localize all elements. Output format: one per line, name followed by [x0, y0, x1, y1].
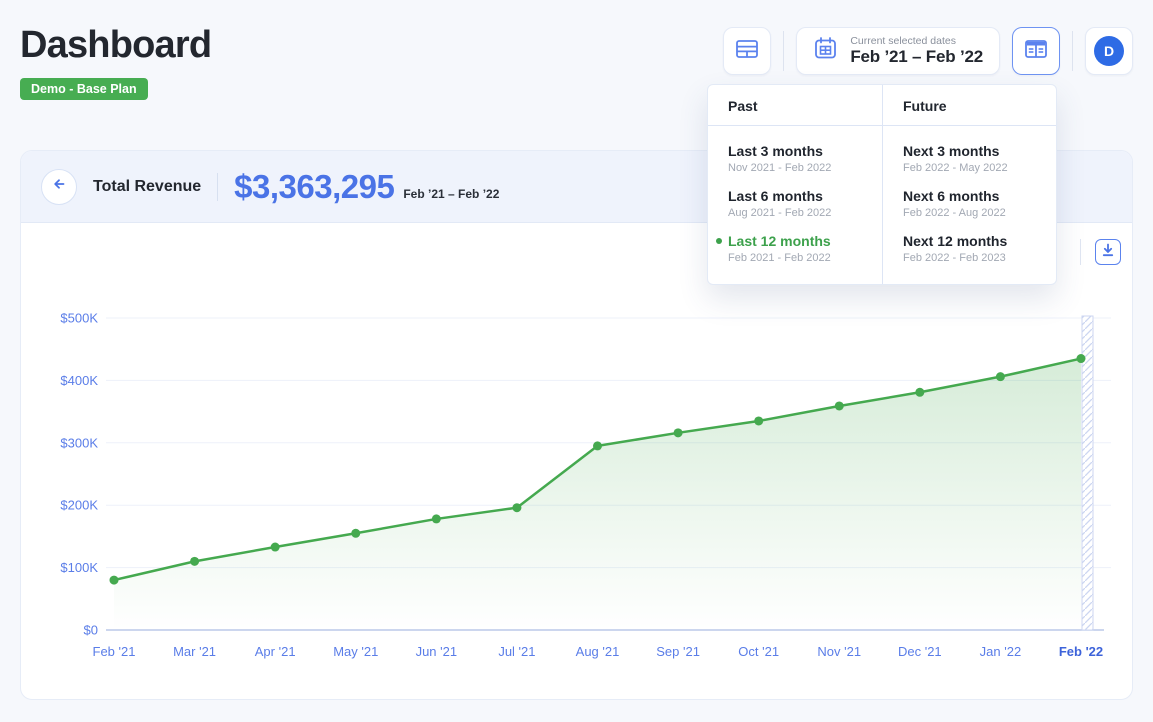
svg-text:Nov '21: Nov '21: [817, 644, 861, 659]
svg-text:Dec '21: Dec '21: [898, 644, 942, 659]
svg-text:Jun '21: Jun '21: [416, 644, 458, 659]
toolbar-divider: [1080, 239, 1081, 265]
metric-amount: $3,363,295: [234, 168, 394, 206]
title-block: Dashboard Demo - Base Plan: [20, 24, 211, 100]
option-last-12-months[interactable]: Last 12 months Feb 2021 - Feb 2022: [728, 233, 868, 264]
revenue-line-chart[interactable]: $0 $100K $200K $300K $400K $500K Feb '21 Mar '2…: [21, 273, 1132, 683]
svg-text:Mar '21: Mar '21: [173, 644, 216, 659]
svg-text:Apr '21: Apr '21: [255, 644, 296, 659]
svg-text:Feb '21: Feb '21: [93, 644, 136, 659]
user-menu-button[interactable]: D: [1085, 27, 1133, 75]
header-divider: [217, 173, 218, 201]
avatar: D: [1094, 36, 1124, 66]
date-range-button[interactable]: Current selected dates Feb ’21 – Feb ’22: [796, 27, 1000, 75]
layout-rows-button[interactable]: [723, 27, 771, 75]
calendar-icon: [813, 36, 838, 66]
svg-text:Aug '21: Aug '21: [576, 644, 620, 659]
top-bar-actions: Current selected dates Feb ’21 – Feb ’22: [723, 27, 1133, 75]
svg-text:Sep '21: Sep '21: [656, 644, 700, 659]
download-icon: [1101, 243, 1115, 262]
future-column-header: Future: [883, 85, 1056, 126]
svg-text:$400K: $400K: [60, 373, 98, 388]
svg-text:Feb '22: Feb '22: [1059, 644, 1103, 659]
past-column-header: Past: [708, 85, 882, 126]
svg-text:$300K: $300K: [60, 435, 98, 450]
metric-title: Total Revenue: [93, 178, 201, 196]
future-column: Future Next 3 months Feb 2022 - May 2022…: [882, 85, 1056, 284]
layout-rows-icon: [735, 38, 759, 65]
svg-text:$100K: $100K: [60, 560, 98, 575]
option-last-3-months[interactable]: Last 3 months Nov 2021 - Feb 2022: [728, 143, 868, 174]
plan-badge: Demo - Base Plan: [20, 78, 148, 100]
svg-text:Jul '21: Jul '21: [498, 644, 535, 659]
date-range-texts: Current selected dates Feb ’21 – Feb ’22: [850, 35, 983, 67]
comparison-table-icon: [1024, 38, 1048, 65]
comparison-table-button[interactable]: [1012, 27, 1060, 75]
metric-period: Feb ’21 – Feb ’22: [403, 187, 499, 201]
date-range-dropdown: Past Last 3 months Nov 2021 - Feb 2022 L…: [707, 84, 1057, 285]
topbar-divider-2: [1072, 31, 1073, 71]
download-button[interactable]: [1095, 239, 1121, 265]
page-title: Dashboard: [20, 24, 211, 68]
arrow-left-icon: [51, 176, 67, 197]
svg-text:$500K: $500K: [60, 311, 98, 326]
option-next-12-months[interactable]: Next 12 months Feb 2022 - Feb 2023: [903, 233, 1042, 264]
date-range-value: Feb ’21 – Feb ’22: [850, 47, 983, 67]
back-button[interactable]: [41, 169, 77, 205]
svg-text:Jan '22: Jan '22: [980, 644, 1022, 659]
svg-text:May '21: May '21: [333, 644, 378, 659]
date-range-label: Current selected dates: [850, 35, 956, 47]
option-last-6-months[interactable]: Last 6 months Aug 2021 - Feb 2022: [728, 188, 868, 219]
past-column: Past Last 3 months Nov 2021 - Feb 2022 L…: [708, 85, 882, 284]
option-next-6-months[interactable]: Next 6 months Feb 2022 - Aug 2022: [903, 188, 1042, 219]
metric-value-block: $3,363,295 Feb ’21 – Feb ’22: [234, 168, 499, 206]
svg-text:$200K: $200K: [60, 498, 98, 513]
option-next-3-months[interactable]: Next 3 months Feb 2022 - May 2022: [903, 143, 1042, 174]
svg-text:Oct '21: Oct '21: [738, 644, 779, 659]
svg-text:$0: $0: [84, 623, 98, 638]
topbar-divider-1: [783, 31, 784, 71]
dashboard-page: Dashboard Demo - Base Plan: [0, 0, 1153, 722]
